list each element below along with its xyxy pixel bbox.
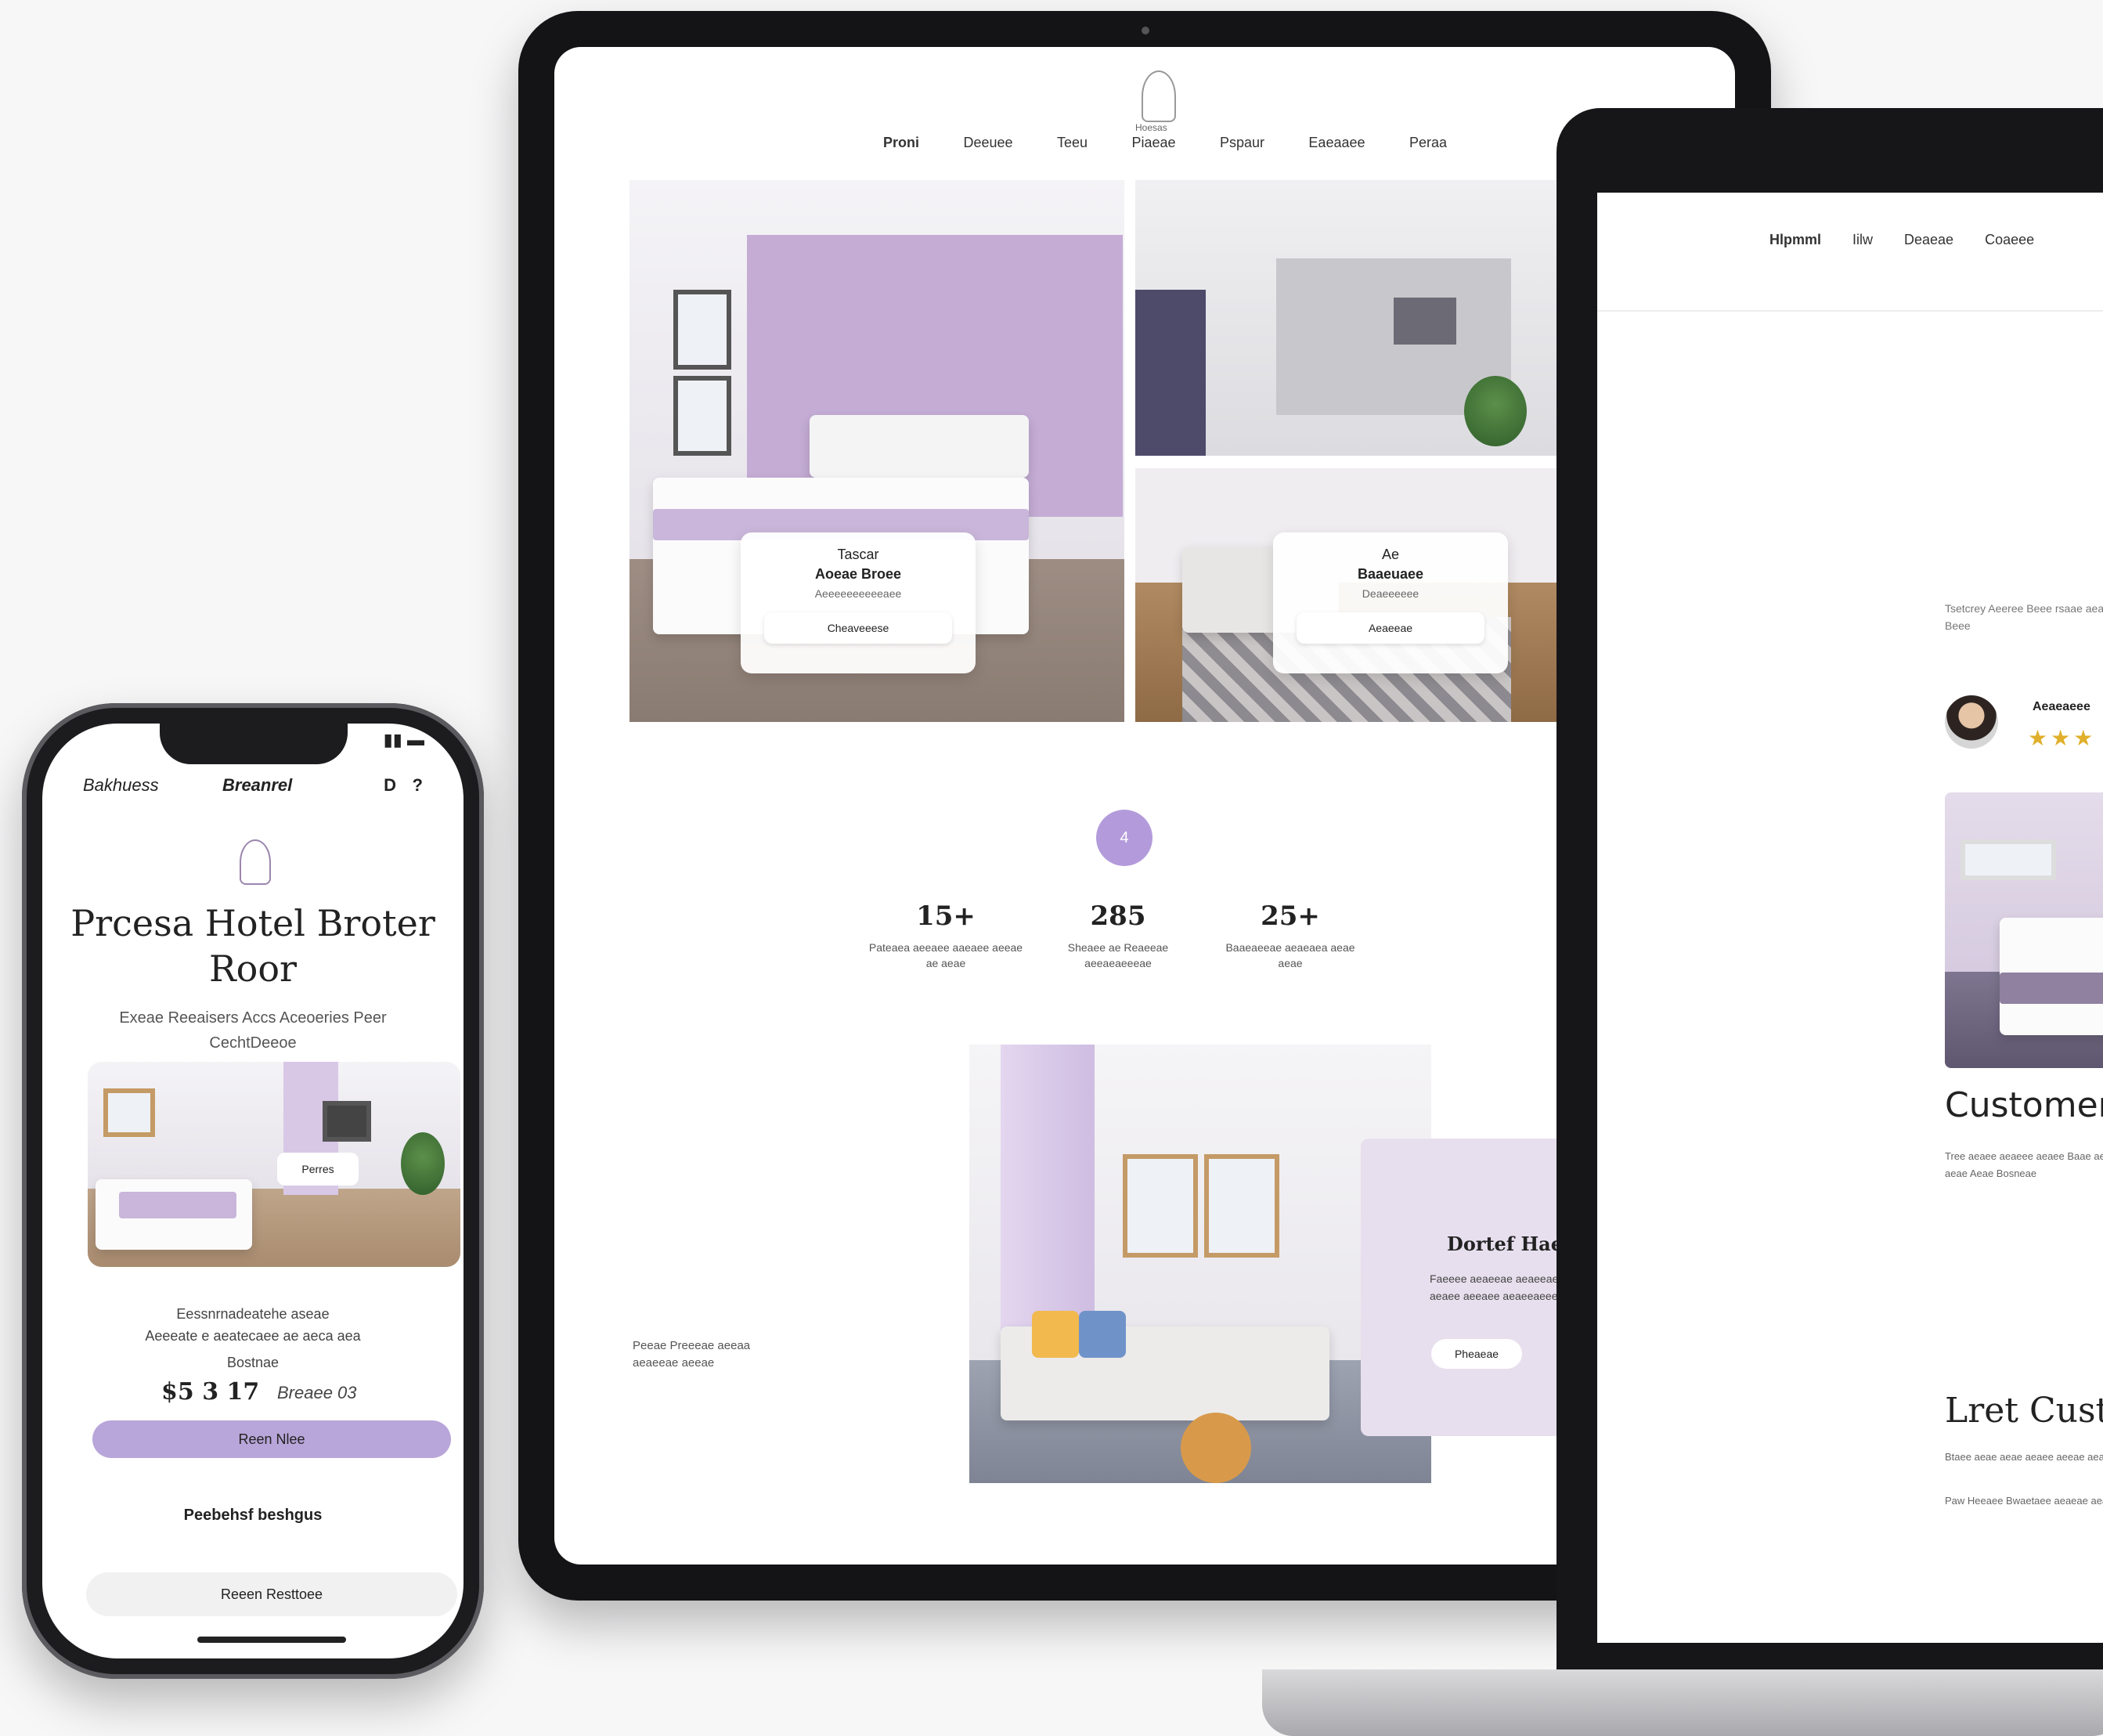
hotel-logo-icon — [240, 839, 271, 885]
room-card: Tascar Aoeae Broee Aeeeeeeeeeeaee Cheave… — [741, 532, 976, 673]
stat-item: 25+ Baaeaeeae aeaeaea aeae aeae — [1212, 900, 1369, 971]
hero-title: Prcesa Hotel Broter Roor — [70, 902, 435, 990]
stat-description: Sheaee ae Reaeeae aeeaeaeeeae — [1067, 941, 1169, 969]
nav-icon[interactable]: D — [384, 775, 396, 796]
room-card: Ae Baaeuaee Deaeeeeee Aeaeeae — [1273, 532, 1508, 673]
info-line: Bostnae — [226, 1355, 280, 1370]
phone-screen: ▮▮ ▬ Bakhuess Breanrel D ? Prcesa Hotel … — [42, 724, 464, 1658]
nav-item[interactable]: Teeu — [1057, 135, 1088, 151]
nav-item[interactable]: Coaeee — [1985, 232, 2034, 248]
stat-description: Pateaea aeeaee aaeaee aeeae ae aeae — [868, 941, 1023, 969]
nav-item[interactable]: Peraa — [1409, 135, 1447, 151]
laptop-base — [1262, 1669, 2103, 1736]
intro-paragraph: Tsetcrey Aeeree Beee rsaae aeaeeee ae ae… — [1945, 602, 2103, 632]
card-title: Baaeuaee — [1357, 566, 1424, 582]
avatar — [1945, 695, 1998, 749]
nav-item[interactable]: Deaeae — [1904, 232, 1953, 248]
kitchen-photo — [1135, 180, 1558, 456]
rating-stars: ★★★ — [2028, 726, 2097, 750]
stat-item: 15+ Pateaea aeeaee aaeaee aeeae ae aeae — [868, 900, 1024, 971]
card-button[interactable]: Aeaeeae — [1297, 612, 1484, 644]
price-suffix: Breaee 03 — [277, 1383, 357, 1402]
room-photo-button[interactable]: Perres — [277, 1153, 359, 1186]
stat-number: 15+ — [916, 900, 976, 932]
card-label: Tascar — [837, 547, 879, 562]
logo-text: Hoesas — [1135, 122, 1167, 133]
section-text: Btaee aeae aeae aeaee aeeae aeaeae — [1945, 1451, 2103, 1463]
nav-item[interactable]: Pspaur — [1220, 135, 1264, 151]
room-photo — [1945, 792, 2103, 1068]
tablet-camera — [1142, 27, 1149, 34]
card-label: Ae — [1381, 547, 1400, 562]
stat-item: 285 Sheaee ae Reaeeae aeeaeaeeeae — [1040, 900, 1196, 971]
room-price: $5 3 17 — [161, 1378, 260, 1406]
nav-item[interactable]: Deeuee — [963, 135, 1012, 151]
phone-notch — [160, 724, 348, 764]
card-subtitle: Aeeeeeeeeeeaee — [814, 587, 902, 600]
card-subtitle: Deaeeeeee — [1362, 587, 1419, 600]
laptop-screen: Hlpmml Iilw Deaeae Coaeee Tsetcrey Aeere… — [1597, 193, 2103, 1643]
phone-navbar: Bakhuess Breanrel D ? — [83, 775, 423, 807]
explore-button[interactable]: Reeen Resttoee — [86, 1572, 457, 1616]
section-text: Tree aeaee aeaeee aeaee Baae aeaee aeaee… — [1945, 1150, 2103, 1179]
nav-brand[interactable]: Hlpmml — [1769, 232, 1821, 248]
featured-link[interactable]: Peebehsf beshgus — [42, 1507, 464, 1525]
feature-circle-badge: 4 — [1096, 810, 1153, 866]
book-now-button[interactable]: Reen Nlee — [92, 1420, 451, 1458]
nav-item[interactable]: Piaeae — [1131, 135, 1175, 151]
room-photo — [88, 1062, 460, 1267]
stat-number: 285 — [1090, 900, 1146, 932]
room-info: Eessnrnadeatehe aseae Aeeeate e aeatecae… — [74, 1303, 432, 1373]
help-icon[interactable]: ? — [413, 775, 423, 796]
phone-mockup: ▮▮ ▬ Bakhuess Breanrel D ? Prcesa Hotel … — [22, 703, 484, 1679]
stat-number: 25+ — [1261, 900, 1320, 932]
hero-subtitle: Exeae Reeaisers Accs Aceoeries Peer Cech… — [119, 1009, 387, 1052]
section-text: Paw Heeaee Bwaetaee aeaeae aeae aeaeeae — [1945, 1495, 2103, 1507]
nav-item[interactable]: Eaeaaee — [1308, 135, 1365, 151]
card-button[interactable]: Cheaveeese — [764, 612, 952, 644]
card-title: Aoeae Broee — [814, 566, 902, 582]
status-bar-icons: ▮▮ ▬ — [383, 730, 424, 749]
hotel-logo-icon — [1142, 70, 1176, 122]
stat-description: Baaeaeeae aeaeaea aeae aeae — [1225, 941, 1355, 969]
info-line: Eessnrnadeatehe aseae — [176, 1306, 330, 1322]
laptop-navbar: Hlpmml Iilw Deaeae Coaeee — [1769, 232, 2034, 248]
home-indicator — [197, 1637, 346, 1643]
nav-left-link[interactable]: Bakhuess — [83, 775, 159, 796]
section-heading: Lret Cust — [1945, 1391, 2103, 1431]
nav-brand[interactable]: Breanrel — [222, 775, 292, 796]
promo-button[interactable]: Pheaeae — [1431, 1339, 1522, 1369]
section-heading: Customer — [1945, 1085, 2103, 1125]
side-caption: Peeae Preeeae aeeaa aeaeeae aeeae — [633, 1339, 751, 1370]
nav-item[interactable]: Iilw — [1852, 232, 1873, 248]
info-line: Aeeeate e aeatecaee ae aeca aea — [145, 1328, 361, 1344]
nav-item[interactable]: Proni — [883, 135, 919, 151]
nav-divider — [1597, 310, 2103, 312]
tablet-navbar: Proni Deeuee Teeu Piaeae Pspaur Eaeaaee … — [883, 135, 1447, 151]
laptop-mockup: Hlpmml Iilw Deaeae Coaeee Tsetcrey Aeere… — [1557, 108, 2103, 1679]
reviewer-name: Aeaeaeee — [2033, 700, 2090, 713]
